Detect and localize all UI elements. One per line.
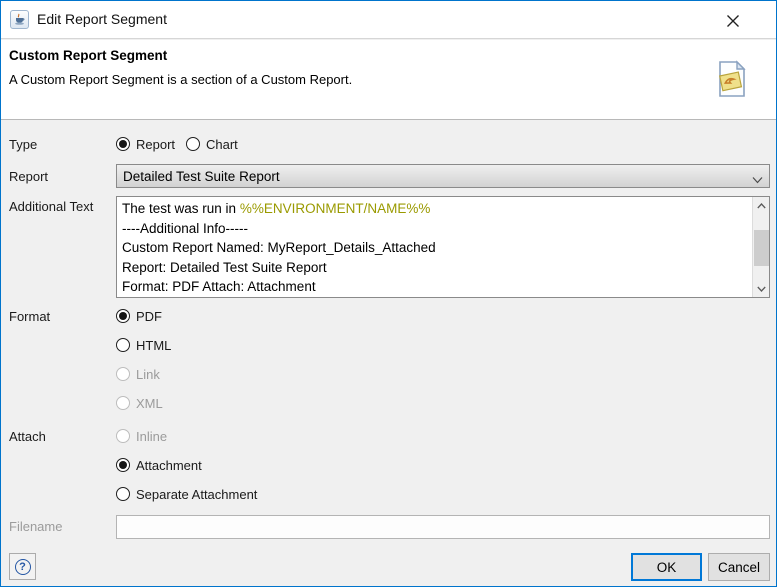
scrollbar-thumb[interactable] (754, 230, 769, 266)
radio-type-report[interactable]: Report (116, 135, 175, 153)
radio-circle-attachment (116, 458, 130, 472)
radio-format-pdf[interactable]: PDF (116, 307, 162, 325)
vertical-scrollbar[interactable] (752, 197, 769, 297)
java-app-icon (10, 10, 29, 29)
report-label: Report (9, 169, 49, 184)
dialog-header: Custom Report Segment A Custom Report Se… (1, 40, 776, 120)
chevron-down-icon (752, 172, 763, 187)
header-title: Custom Report Segment (9, 48, 168, 63)
filename-label: Filename (9, 519, 63, 534)
help-button[interactable]: ? (9, 553, 36, 580)
radio-attach-inline: Inline (116, 427, 167, 445)
radio-circle-inline (116, 429, 130, 443)
radio-circle-chart (186, 137, 200, 151)
radio-format-xml: XML (116, 394, 163, 412)
filename-input (116, 515, 770, 539)
window-title: Edit Report Segment (37, 11, 167, 27)
title-bar[interactable]: Edit Report Segment (1, 1, 776, 39)
header-description: A Custom Report Segment is a section of … (9, 72, 353, 87)
close-icon[interactable] (722, 10, 744, 32)
additional-text-area[interactable]: The test was run in %%ENVIRONMENT/NAME%%… (116, 196, 770, 298)
radio-format-html[interactable]: HTML (116, 336, 171, 354)
cancel-button[interactable]: Cancel (708, 553, 770, 581)
text-line: Custom Report Named: MyReport_Details_At… (122, 240, 436, 255)
radio-circle-html (116, 338, 130, 352)
radio-type-chart[interactable]: Chart (186, 135, 238, 153)
radio-circle-separate (116, 487, 130, 501)
edit-report-segment-dialog: Edit Report Segment Custom Report Segmen… (0, 0, 777, 587)
scroll-up-icon[interactable] (753, 197, 769, 214)
dialog-body: Type Report Chart Report Detailed Test S… (1, 121, 776, 586)
help-icon: ? (14, 558, 31, 575)
text-line: Format: PDF Attach: Attachment (122, 279, 316, 294)
radio-circle-xml (116, 396, 130, 410)
report-segment-icon (712, 60, 750, 103)
radio-format-link: Link (116, 365, 160, 383)
text-line: Report: Detailed Test Suite Report (122, 259, 327, 275)
radio-circle-pdf (116, 309, 130, 323)
radio-circle-link (116, 367, 130, 381)
text-line: The test was run in %%ENVIRONMENT/NAME%% (122, 201, 431, 216)
report-dropdown[interactable]: Detailed Test Suite Report (116, 164, 770, 188)
attach-label: Attach (9, 429, 46, 444)
additional-text-label: Additional Text (9, 199, 94, 214)
radio-attach-separate[interactable]: Separate Attachment (116, 485, 257, 503)
variable-token: %%ENVIRONMENT/NAME%% (239, 201, 431, 216)
additional-text-content: The test was run in %%ENVIRONMENT/NAME%%… (117, 197, 752, 297)
format-label: Format (9, 309, 51, 324)
scroll-down-icon[interactable] (753, 280, 769, 297)
ok-button[interactable]: OK (631, 553, 702, 581)
radio-attach-attachment[interactable]: Attachment (116, 456, 202, 474)
type-label: Type (9, 137, 38, 152)
text-line: ----Additional Info----- (122, 220, 249, 236)
radio-circle-report (116, 137, 130, 151)
report-dropdown-value: Detailed Test Suite Report (123, 168, 280, 184)
